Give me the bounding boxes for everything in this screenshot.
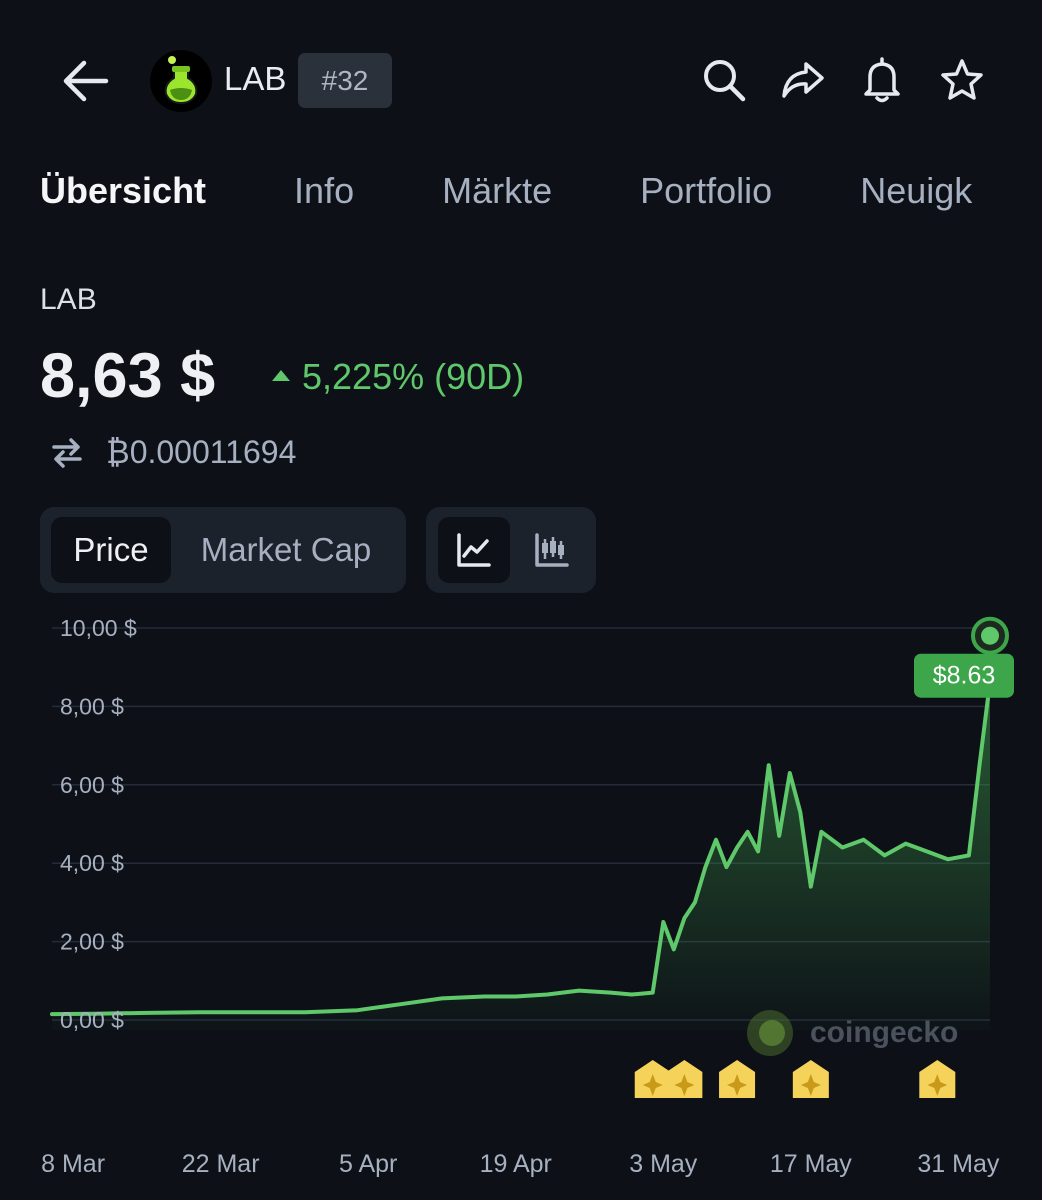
price-change: 5,225% (90D) <box>272 356 524 398</box>
star-icon <box>941 59 983 100</box>
x-tick-label: 8 Mar <box>41 1150 105 1178</box>
x-tick-label: 5 Apr <box>339 1150 397 1178</box>
price-point <box>841 846 844 849</box>
back-button[interactable] <box>58 56 112 106</box>
price-point <box>514 995 517 998</box>
price-point <box>440 997 443 1000</box>
x-tick-label: 17 May <box>770 1150 852 1178</box>
price-point <box>788 772 791 775</box>
line-chart-icon <box>457 533 491 567</box>
price-point <box>946 858 949 861</box>
share-button[interactable] <box>778 56 826 104</box>
y-tick-label: 2,00 $ <box>60 929 124 955</box>
current-value-label: $8.63 <box>933 662 996 690</box>
price-point <box>967 854 970 857</box>
y-tick-label: 0,00 $ <box>60 1007 124 1033</box>
price-point <box>799 811 802 814</box>
price-point <box>736 846 739 849</box>
event-marker-icon[interactable] <box>919 1060 956 1098</box>
event-marker-icon[interactable] <box>634 1060 671 1098</box>
price-point <box>693 901 696 904</box>
event-marker-icon[interactable] <box>792 1060 829 1098</box>
price-point <box>651 991 654 994</box>
current-point-dot <box>981 626 999 645</box>
search-button[interactable] <box>700 56 748 104</box>
price-point <box>198 1011 201 1014</box>
price-point <box>546 993 549 996</box>
x-tick-label: 3 May <box>629 1150 698 1178</box>
price-point <box>904 842 907 845</box>
event-marker-icon[interactable] <box>719 1060 756 1098</box>
price-point <box>251 1011 254 1014</box>
y-tick-label: 10,00 $ <box>60 615 137 641</box>
y-tick-label: 6,00 $ <box>60 772 124 798</box>
price-point <box>145 1011 148 1014</box>
btc-price-row: ₿0.00011694 <box>50 434 296 471</box>
coin-label: LAB <box>40 283 97 316</box>
price-point <box>757 850 760 853</box>
event-marker-icon[interactable] <box>666 1060 703 1098</box>
price-point <box>925 850 928 853</box>
tab-news[interactable]: Neuigk <box>860 170 972 220</box>
coin-logo-icon <box>150 50 212 112</box>
coingecko-watermark: coingecko <box>747 1010 958 1056</box>
line-chart-button[interactable] <box>438 517 510 583</box>
price-point <box>820 830 823 833</box>
price-point <box>662 921 665 923</box>
price-point <box>672 948 675 951</box>
price-point <box>883 854 886 857</box>
rank-badge: #32 <box>298 53 392 108</box>
price-point <box>767 764 770 767</box>
price-point <box>862 838 865 841</box>
bell-icon <box>864 57 900 103</box>
price-point <box>725 866 728 869</box>
current-price: 8,63 $ <box>40 341 216 411</box>
up-triangle-icon <box>272 369 290 381</box>
price-toggle-button[interactable]: Price <box>51 517 171 583</box>
tab-bar: Übersicht Info Märkte Portfolio Neuigk <box>40 170 1042 220</box>
x-tick-label: 31 May <box>917 1150 999 1178</box>
watermark-text: coingecko <box>810 1016 958 1049</box>
tab-overview[interactable]: Übersicht <box>40 170 206 220</box>
price-point <box>577 989 580 992</box>
btc-price: ₿0.00011694 <box>106 434 297 470</box>
metric-toggle: Price Market Cap <box>40 507 406 593</box>
tab-portfolio[interactable]: Portfolio <box>640 170 772 220</box>
price-point <box>609 991 612 994</box>
price-point <box>683 917 686 920</box>
market-cap-toggle-button[interactable]: Market Cap <box>180 517 392 583</box>
x-tick-label: 22 Mar <box>182 1150 260 1178</box>
share-icon <box>782 62 824 98</box>
price-point <box>483 995 486 998</box>
back-arrow-icon <box>63 60 109 102</box>
search-icon <box>704 60 746 102</box>
price-point <box>398 1003 401 1006</box>
watchlist-button[interactable] <box>938 56 986 104</box>
price-point <box>704 866 707 869</box>
chart-style-toggle <box>426 507 596 593</box>
candlestick-chart-button[interactable] <box>516 517 588 583</box>
candlestick-icon <box>535 533 569 567</box>
alert-button[interactable] <box>858 56 906 104</box>
x-tick-label: 19 Apr <box>480 1150 552 1178</box>
price-point <box>356 1009 359 1012</box>
price-point <box>51 1013 53 1016</box>
price-point <box>978 764 981 767</box>
y-tick-label: 4,00 $ <box>60 850 124 876</box>
tab-markets[interactable]: Märkte <box>442 170 552 220</box>
swap-icon <box>52 437 82 468</box>
price-point <box>714 838 717 841</box>
price-point <box>778 834 781 837</box>
y-tick-label: 8,00 $ <box>60 693 124 719</box>
coin-symbol: LAB <box>224 60 287 97</box>
price-point <box>809 885 812 888</box>
price-change-value: 5,225% (90D) <box>302 356 525 397</box>
price-point <box>746 830 749 833</box>
price-point <box>303 1011 306 1014</box>
price-area <box>52 681 990 1030</box>
price-point <box>630 993 633 996</box>
tab-info[interactable]: Info <box>294 170 354 220</box>
price-chart[interactable]: coingecko 10,00 $ 8,00 $ 6,00 $ 4,00 $ 2,00 … <box>0 600 1042 1200</box>
